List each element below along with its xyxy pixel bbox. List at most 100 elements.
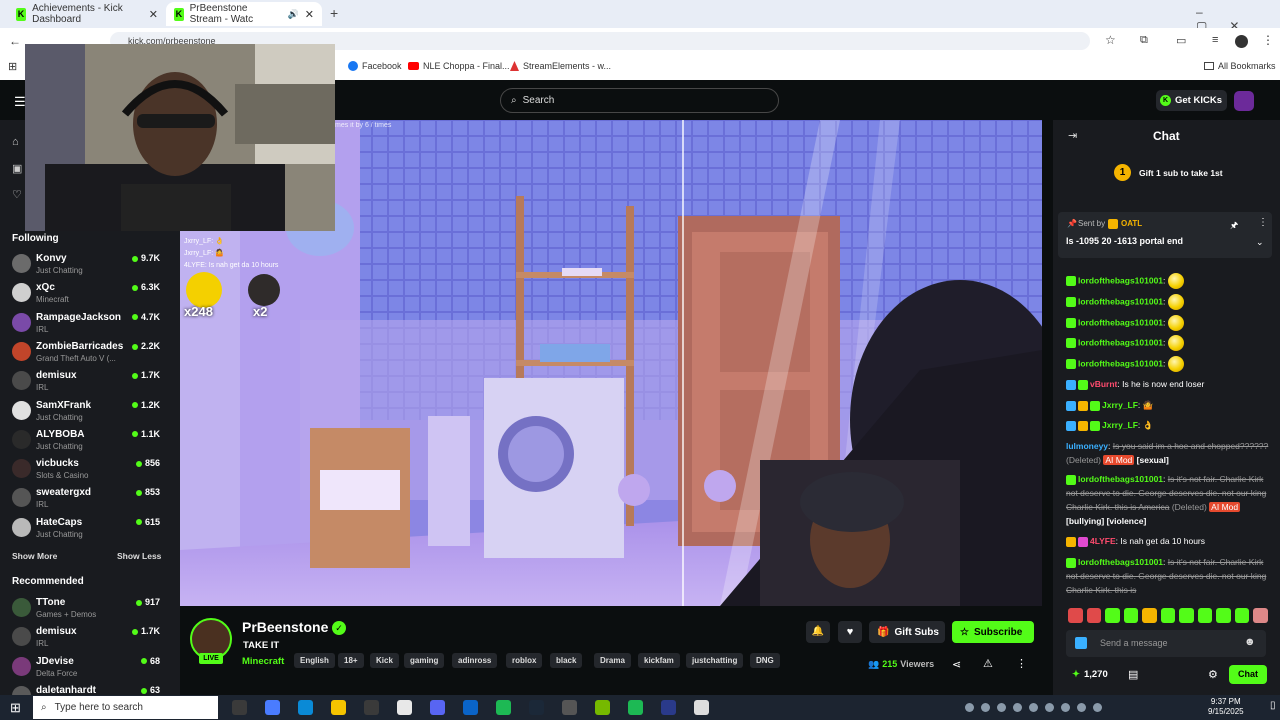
sidebar-channel[interactable]: vicbucks Slots & Casino 856: [12, 455, 172, 484]
browse-icon[interactable]: ▣: [12, 162, 22, 175]
tray-icon[interactable]: [965, 703, 974, 712]
subscribe-button[interactable]: ☆ Subscribe: [952, 621, 1034, 643]
sidebar-channel[interactable]: sweatergxd IRL 853: [12, 484, 172, 513]
stream-tag[interactable]: 18+: [338, 653, 364, 668]
gift-leaderboard-prompt[interactable]: Gift 1 sub to take 1st: [1139, 168, 1223, 178]
stream-tag[interactable]: gaming: [404, 653, 445, 668]
tray-icon[interactable]: [981, 703, 990, 712]
stream-tag[interactable]: black: [550, 653, 583, 668]
chat-username[interactable]: Jxrry_LF: [1102, 400, 1138, 410]
get-kicks-button[interactable]: K Get KICKs: [1156, 90, 1227, 111]
chat-username[interactable]: lordofthebags101001: [1078, 358, 1163, 368]
show-less-link[interactable]: Show Less: [117, 551, 161, 561]
sidebar-channel[interactable]: xQc Minecraft 6.3K: [12, 279, 172, 308]
taskbar-app-icon[interactable]: [562, 700, 577, 715]
tray-icon[interactable]: [1029, 703, 1038, 712]
sidebar-channel[interactable]: RampageJackson IRL 4.7K: [12, 309, 172, 338]
taskbar-app-icon[interactable]: [496, 700, 511, 715]
chat-username[interactable]: lordofthebags101001: [1078, 296, 1163, 306]
share-icon[interactable]: ⋖: [952, 658, 961, 671]
apps-grid-icon[interactable]: ⊞: [8, 60, 17, 73]
taskbar-app-icon[interactable]: [430, 700, 445, 715]
all-bookmarks[interactable]: All Bookmarks: [1204, 61, 1276, 71]
close-tab-icon[interactable]: ✕: [305, 8, 314, 21]
chevron-down-icon[interactable]: ⌄: [1256, 237, 1264, 248]
taskbar-app-icon[interactable]: [265, 700, 280, 715]
taskbar-app-icon[interactable]: [661, 700, 676, 715]
cast-icon[interactable]: ▭: [1176, 34, 1186, 47]
kicks-balance[interactable]: ✦ 1,270: [1072, 669, 1108, 680]
following-heart-icon[interactable]: ♡: [12, 188, 22, 201]
menu-icon[interactable]: ⋮: [1262, 33, 1274, 47]
bookmark-nle[interactable]: NLE Choppa - Final...: [408, 61, 510, 71]
media-icon[interactable]: ≡: [1212, 34, 1218, 46]
chat-username[interactable]: lordofthebags101001: [1078, 317, 1163, 327]
stream-tag[interactable]: justchatting: [686, 653, 744, 668]
notification-center-icon[interactable]: ▯: [1270, 700, 1276, 711]
taskbar-app-icon[interactable]: [595, 700, 610, 715]
follow-heart-icon[interactable]: ♥: [838, 621, 862, 643]
taskbar-app-icon[interactable]: [364, 700, 379, 715]
taskbar-search-input[interactable]: ⌕ Type here to search: [33, 696, 218, 719]
taskbar-app-icon[interactable]: [331, 700, 346, 715]
close-tab-icon[interactable]: ✕: [149, 8, 158, 21]
chat-settings-icon[interactable]: ⚙: [1208, 668, 1218, 681]
tray-icon[interactable]: [1061, 703, 1070, 712]
tray-icon[interactable]: [1077, 703, 1086, 712]
emoji-picker-icon[interactable]: ☻: [1244, 636, 1256, 648]
pinned-menu-icon[interactable]: ⋮: [1258, 217, 1268, 228]
emote-icon[interactable]: [1216, 608, 1231, 623]
taskbar-app-icon[interactable]: [463, 700, 478, 715]
taskbar-app-icon[interactable]: [232, 700, 247, 715]
emote-icon[interactable]: [1123, 608, 1139, 623]
chat-username[interactable]: 4LYFE: [1090, 536, 1116, 546]
chat-username[interactable]: lordofthebags101001: [1078, 557, 1163, 567]
sidebar-channel[interactable]: ALYBOBA Just Chatting 1.1K: [12, 426, 172, 455]
emote-icon[interactable]: [1086, 608, 1102, 623]
taskbar-app-icon[interactable]: [298, 700, 313, 715]
streamer-name[interactable]: PrBeenstone: [242, 619, 328, 635]
notification-bell-icon[interactable]: 🔔: [806, 621, 830, 643]
more-options-icon[interactable]: ⋮: [1016, 657, 1027, 670]
taskbar-app-icon[interactable]: [529, 700, 544, 715]
back-icon[interactable]: ←: [9, 34, 21, 48]
sidebar-channel[interactable]: TTone Games + Demos 917: [12, 594, 172, 623]
taskbar-app-icon[interactable]: [397, 700, 412, 715]
pin-toggle-icon[interactable]: 🖈: [1230, 218, 1238, 234]
emote-icon[interactable]: [1160, 608, 1176, 623]
taskbar-app-icon[interactable]: [694, 700, 709, 715]
tab-achievements[interactable]: K Achievements - Kick Dashboard ✕: [8, 2, 166, 26]
report-icon[interactable]: ⚠: [983, 657, 993, 670]
windows-start-icon[interactable]: ⊞: [10, 700, 21, 716]
tray-icon[interactable]: [997, 703, 1006, 712]
extensions-icon[interactable]: ⧉: [1140, 34, 1148, 47]
stream-category[interactable]: Minecraft: [242, 656, 284, 667]
gift-subs-button[interactable]: 🎁 Gift Subs: [869, 621, 945, 643]
stream-tag[interactable]: DNG: [750, 653, 780, 668]
chat-input[interactable]: Send a message ☻: [1066, 630, 1266, 657]
new-tab-icon[interactable]: +: [330, 5, 338, 21]
user-avatar[interactable]: [1234, 91, 1254, 111]
tray-icon[interactable]: [1013, 703, 1022, 712]
sidebar-channel[interactable]: SamXFrank Just Chatting 1.2K: [12, 397, 172, 426]
emote-icon[interactable]: [1179, 608, 1194, 623]
stream-tag[interactable]: Kick: [370, 653, 399, 668]
emote-icon[interactable]: [1068, 608, 1083, 623]
tab-prbeenstone[interactable]: K PrBeenstone Stream - Watc 🔊 ✕: [166, 2, 322, 26]
chat-username[interactable]: lordofthebags101001: [1078, 275, 1163, 285]
pinned-message[interactable]: 📌 Sent by OATL Is -1095 20 -1613 portal …: [1058, 212, 1272, 258]
stream-tag[interactable]: adinross: [452, 653, 498, 668]
sidebar-channel[interactable]: demisux IRL 1.7K: [12, 623, 172, 652]
chat-username[interactable]: lulmoneyy: [1066, 441, 1108, 451]
chat-username[interactable]: vBurnt: [1090, 379, 1117, 389]
stream-tag[interactable]: English: [294, 653, 335, 668]
stream-tag[interactable]: kickfam: [638, 653, 680, 668]
speaker-icon[interactable]: 🔊: [288, 9, 299, 20]
taskbar-app-icon[interactable]: [628, 700, 643, 715]
search-input[interactable]: ⌕ Search: [500, 88, 779, 113]
stream-tag[interactable]: roblox: [506, 653, 543, 668]
show-more-link[interactable]: Show More: [12, 551, 57, 561]
send-chat-button[interactable]: Chat: [1229, 665, 1267, 684]
stream-tag[interactable]: Drama: [594, 653, 631, 668]
sidebar-channel[interactable]: HateCaps Just Chatting 615: [12, 514, 172, 543]
